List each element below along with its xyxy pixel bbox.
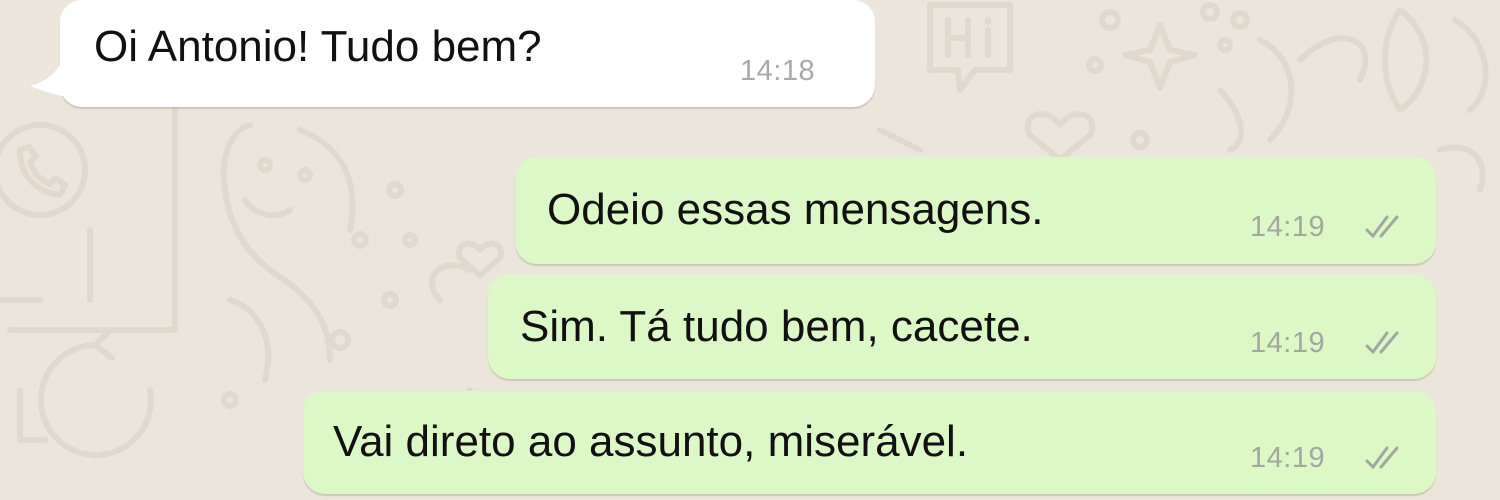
message-timestamp: 14:19 xyxy=(1250,442,1326,474)
message-text: Odeio essas mensagens. xyxy=(547,185,1044,234)
incoming-bubble-tail xyxy=(30,58,73,98)
message-bubble-outgoing[interactable]: Odeio essas mensagens. 14:19 xyxy=(515,157,1436,264)
message-timestamp: 14:19 xyxy=(1250,211,1326,243)
message-timestamp: 14:19 xyxy=(1250,327,1326,359)
phone-icon xyxy=(0,122,88,218)
heart-icon xyxy=(1024,111,1096,163)
double-check-icon xyxy=(1365,331,1399,355)
cactus-icon xyxy=(220,122,333,363)
message-bubble-outgoing[interactable]: Sim. Tá tudo bem, cacete. 14:19 xyxy=(488,274,1436,379)
hi-speech-bubble-icon xyxy=(927,2,1013,93)
message-text: Sim. Tá tudo bem, cacete. xyxy=(520,302,1033,351)
message-text: Oi Antonio! Tudo bem? xyxy=(94,22,542,71)
message-bubble-outgoing[interactable]: Vai direto ao assunto, miserável. 14:19 xyxy=(303,391,1436,494)
message-bubble-incoming[interactable]: Oi Antonio! Tudo bem? 14:18 xyxy=(60,0,875,107)
sparkle-star-icon xyxy=(1122,22,1198,91)
message-timestamp: 14:18 xyxy=(740,55,816,87)
double-check-icon xyxy=(1365,446,1399,470)
double-check-icon xyxy=(1365,215,1399,239)
message-text: Vai direto ao assunto, miserável. xyxy=(333,417,969,466)
refresh-arrow-icon xyxy=(37,327,154,458)
